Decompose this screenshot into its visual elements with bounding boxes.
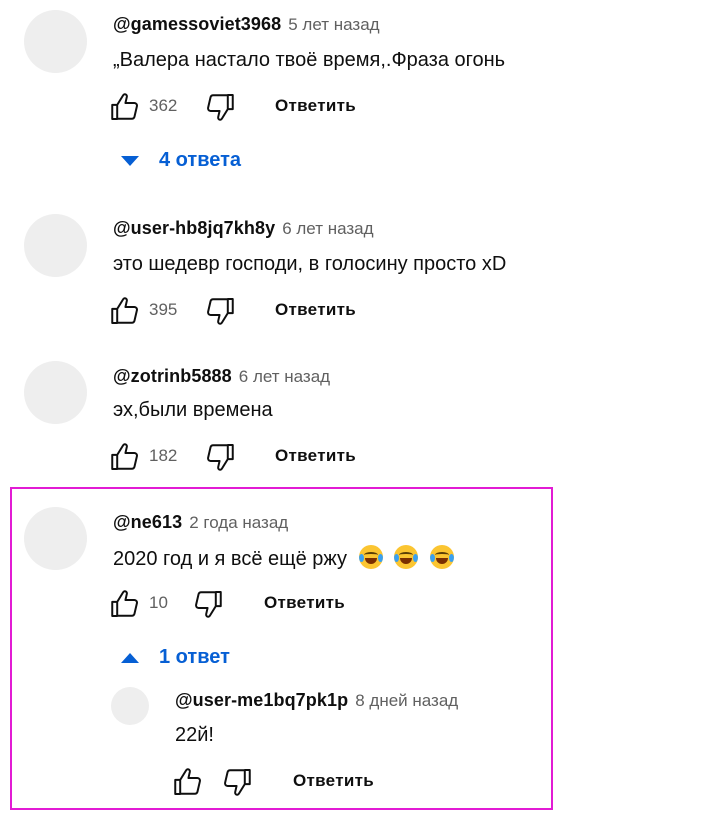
comment-timestamp[interactable]: 6 лет назад: [239, 367, 330, 387]
comment-timestamp[interactable]: 5 лет назад: [288, 15, 379, 35]
comment-header: @ne613 2 года назад: [113, 512, 288, 533]
comment-header: @gamessoviet3968 5 лет назад: [113, 14, 380, 35]
like-count: 182: [149, 446, 178, 465]
highlight-frame: [10, 487, 553, 810]
reply-button[interactable]: Ответить: [264, 593, 345, 613]
comment-text-content: 2020 год и я всё ещё ржу: [113, 548, 347, 570]
comment-author[interactable]: @gamessoviet3968: [113, 14, 281, 35]
like-count: 362: [149, 96, 178, 115]
avatar[interactable]: [24, 10, 87, 73]
dislike-icon[interactable]: [203, 440, 237, 474]
replies-count-label: 4 ответа: [159, 149, 242, 171]
like-icon[interactable]: [171, 765, 205, 799]
comment-text: эх,были времена: [113, 399, 273, 421]
avatar[interactable]: [111, 687, 149, 725]
reply-button[interactable]: Ответить: [293, 771, 374, 791]
reply-text: 22й!: [175, 724, 214, 746]
triangle-down-icon: [121, 155, 139, 166]
comment-timestamp[interactable]: 2 года назад: [189, 513, 288, 533]
dislike-icon[interactable]: [203, 90, 237, 124]
avatar[interactable]: [24, 214, 87, 277]
like-icon[interactable]: [108, 440, 142, 474]
dislike-icon[interactable]: [220, 765, 254, 799]
face-with-tears-of-joy-icon: [394, 545, 419, 569]
reply-author[interactable]: @user-me1bq7pk1p: [175, 690, 348, 711]
avatar[interactable]: [24, 507, 87, 570]
dislike-icon[interactable]: [191, 587, 225, 621]
comment-text: „Валера настало твоё время,.Фраза огонь: [113, 49, 506, 71]
face-with-tears-of-joy-icon: [358, 545, 383, 569]
comment-text: это шедевр господи, в голосину просто xD: [113, 253, 507, 275]
reply-button[interactable]: Ответить: [275, 446, 356, 466]
reply-timestamp[interactable]: 8 дней назад: [355, 691, 458, 711]
like-count: 395: [149, 300, 178, 319]
comment-text: 2020 год и я всё ещё ржу: [113, 545, 454, 571]
reply-button[interactable]: Ответить: [275, 96, 356, 116]
replies-toggle[interactable]: 1 ответ: [121, 646, 230, 669]
like-count: 10: [149, 593, 168, 612]
comment-author[interactable]: @zotrinb5888: [113, 366, 232, 387]
comment-timestamp[interactable]: 6 лет назад: [282, 219, 373, 239]
like-icon[interactable]: [108, 294, 142, 328]
comment-header: @zotrinb5888 6 лет назад: [113, 366, 330, 387]
dislike-icon[interactable]: [203, 294, 237, 328]
comment-header: @user-hb8jq7kh8y 6 лет назад: [113, 218, 374, 239]
comment-author[interactable]: @user-hb8jq7kh8y: [113, 218, 275, 239]
like-icon[interactable]: [108, 90, 142, 124]
replies-toggle[interactable]: 4 ответа: [121, 149, 241, 172]
like-icon[interactable]: [108, 587, 142, 621]
triangle-up-icon: [121, 652, 139, 663]
replies-count-label: 1 ответ: [159, 646, 230, 668]
face-with-tears-of-joy-icon: [429, 545, 454, 569]
reply-button[interactable]: Ответить: [275, 300, 356, 320]
reply-header: @user-me1bq7pk1p 8 дней назад: [175, 690, 458, 711]
comment-author[interactable]: @ne613: [113, 512, 182, 533]
avatar[interactable]: [24, 361, 87, 424]
